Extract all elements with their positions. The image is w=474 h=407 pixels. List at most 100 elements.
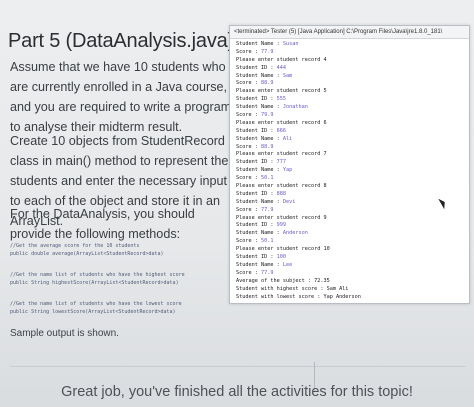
console-line-label: Student ID : [236, 190, 277, 197]
console-line-label: Student Name : [236, 104, 283, 111]
console-line: Student Name : Jonathan [236, 104, 469, 112]
console-window[interactable]: <terminated> Tester (5) [Java Applicatio… [229, 25, 470, 304]
console-line-input: 50.1 [261, 238, 274, 245]
console-line-label: Score : [236, 269, 261, 276]
console-header: <terminated> Tester (5) [Java Applicatio… [230, 26, 469, 39]
console-line-label: Student Name : [236, 261, 283, 268]
console-line: Score : 50.1 [236, 238, 469, 246]
console-line-label: Score : [236, 143, 261, 150]
console-line: Student Name : Sam [236, 73, 469, 81]
code-block-highest: //Get the name list of students who have… [10, 271, 185, 287]
code-block-lowest: //Get the name list of students who have… [10, 300, 182, 316]
console-line: Please enter student record 9 [236, 215, 469, 223]
console-line-label: Student Name : [236, 72, 283, 79]
console-line: Student ID : 555 [236, 96, 469, 104]
console-line: Please enter student record 8 [236, 183, 469, 191]
console-line: Score : 79.9 [236, 112, 469, 120]
completion-message: Great job, you've finished all the activ… [61, 384, 413, 400]
console-line-label: Please enter student record 10 [236, 246, 330, 253]
console-output[interactable]: Student Name : Susan Score : 77.9 Please e… [230, 39, 469, 301]
console-line-input: 777 [276, 159, 286, 166]
console-line: Student with highest score : Sam Ali [236, 286, 469, 294]
console-line-input: Anderson [282, 230, 308, 237]
code-signature: public double average(ArrayList<StudentR… [10, 251, 164, 257]
code-comment: //Get the average score for the 10 stude… [10, 243, 140, 249]
console-line: Score : 77.9 [236, 49, 469, 57]
console-line-label: Please enter student record 8 [236, 183, 327, 190]
console-line: Student ID : 100 [236, 254, 469, 262]
console-line-label: Please enter student record 4 [236, 56, 327, 63]
console-line: Student with lowest score : Yap Anderson [236, 294, 469, 302]
console-line-input: 444 [276, 64, 286, 71]
console-line-input: 50.1 [261, 175, 274, 182]
console-line-input: 77.9 [261, 269, 274, 276]
console-line-input: Yap [282, 167, 293, 174]
console-line: Student ID : 999 [236, 222, 469, 230]
console-line-label: Please enter student record 5 [236, 88, 327, 95]
console-line-input: Sam [282, 72, 293, 79]
console-line: Student Name : Devi [236, 199, 469, 207]
divider [10, 366, 466, 367]
console-line: Score : 88.9 [236, 144, 469, 152]
console-line-label: Score : [236, 175, 261, 182]
console-line-label: Student ID : [236, 159, 277, 166]
console-line: Student Name : Lee [236, 262, 469, 270]
console-line-label: Student with highest score : Sam Ali [236, 285, 349, 292]
console-line: Please enter student record 4 [236, 57, 469, 65]
console-line-label: Please enter student record 7 [236, 151, 327, 158]
console-line-label: Please enter student record 6 [236, 119, 327, 126]
console-line-label: Student ID : [236, 127, 277, 134]
console-line: Student ID : 666 [236, 128, 469, 136]
code-block-average: //Get the average score for the 10 stude… [10, 242, 164, 258]
console-line-input: 77.9 [261, 48, 274, 55]
console-line: Score : 77.9 [236, 207, 469, 215]
console-line-input: 88.9 [261, 143, 274, 150]
console-line-input: Lee [282, 261, 293, 268]
console-line-label: Score : [236, 112, 261, 119]
console-line: Student ID : 777 [236, 159, 469, 167]
console-line: Student Name : Susan [236, 41, 469, 49]
code-signature: public String highestScore(ArrayList<Stu… [10, 280, 179, 286]
console-line-label: Student with lowest score : Yap Anderson [236, 293, 361, 300]
page-title: Part 5 (DataAnalysis.java) [8, 30, 235, 52]
console-line: Student Name : Yap [236, 167, 469, 175]
console-line-label: Student Name : [236, 41, 283, 47]
console-line-label: Student Name : [236, 198, 283, 205]
console-line-label: Student ID : [236, 64, 277, 71]
console-line: Student Name : Anderson [236, 230, 469, 238]
console-line-label: Student Name : [236, 167, 283, 174]
console-line: Student ID : 444 [236, 65, 469, 73]
console-line-input: Devi [282, 198, 296, 205]
console-line-input: 666 [276, 127, 286, 134]
console-line-label: Student ID : [236, 96, 277, 103]
console-line-label: Please enter student record 9 [236, 214, 327, 221]
console-line-label: Average of the subject : 72.35 [236, 277, 330, 284]
console-line: Please enter student record 10 [236, 246, 469, 254]
console-line-label: Student ID : [236, 254, 277, 261]
console-line-label: Score : [236, 80, 261, 87]
console-line: Please enter student record 5 [236, 88, 469, 96]
code-comment: //Get the name list of students who have… [10, 272, 185, 278]
console-line-input: 88.9 [261, 80, 274, 87]
console-line-label: Score : [236, 206, 261, 213]
console-line-input: Ali [282, 135, 293, 142]
console-line: Please enter student record 6 [236, 120, 469, 128]
sample-output-note: Sample output is shown. [10, 328, 119, 339]
console-line-label: Student Name : [236, 230, 283, 237]
console-line: Please enter student record 7 [236, 151, 469, 159]
console-line-input: 77.9 [261, 206, 274, 213]
console-line: Score : 77.9 [236, 270, 469, 278]
console-line-label: Student ID : [236, 222, 277, 229]
console-line: Average of the subject : 72.35 [236, 278, 469, 286]
code-signature: public String lowestScore(ArrayList<Stud… [10, 309, 176, 315]
console-line-input: 999 [276, 222, 286, 229]
console-line: Score : 88.9 [236, 80, 469, 88]
console-line-label: Score : [236, 238, 261, 245]
console-line-input: 888 [276, 190, 286, 197]
console-line: Student Name : Ali [236, 136, 469, 144]
console-line-input: Susan [282, 41, 299, 47]
console-line: Student ID : 888 [236, 191, 469, 199]
console-line-label: Student Name : [236, 135, 283, 142]
console-line-input: Jonathan [282, 104, 308, 111]
console-line: Score : 50.1 [236, 175, 469, 183]
